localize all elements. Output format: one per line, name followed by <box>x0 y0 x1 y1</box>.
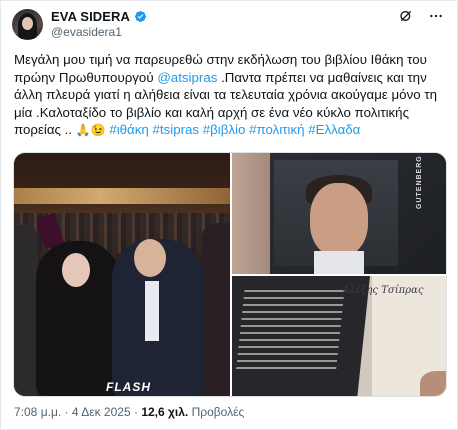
grok-icon[interactable] <box>398 8 414 24</box>
flash-watermark: FLASH <box>106 380 151 394</box>
avatar-face <box>22 17 33 30</box>
hashtag-link[interactable]: #tsipras <box>153 122 200 137</box>
author-name[interactable]: EVA SIDERA <box>51 9 130 24</box>
man-face <box>134 239 166 277</box>
post-time[interactable]: 7:08 μ.μ. <box>14 405 61 419</box>
post-header-actions <box>398 8 444 24</box>
post-timestamp: 7:08 μ.μ. · 4 Δεκ 2025 · 12,6 χιλ. Προβο… <box>14 405 244 419</box>
emojis: 🙏😉 <box>75 123 106 138</box>
photo-book-cover[interactable]: GUTENBERG <box>232 153 446 274</box>
author-name-row: EVA SIDERA <box>51 9 147 24</box>
portrait-collar <box>314 251 364 274</box>
views-count: 12,6 χιλ. <box>141 405 189 419</box>
separator: · <box>64 405 69 419</box>
more-icon[interactable] <box>428 8 444 24</box>
photo-book-signature[interactable]: Αλέξης Τσίπρας <box>232 276 446 396</box>
bystander <box>202 223 230 396</box>
post-text: Μεγάλη μου τιμή να παρευρεθώ στην εκδήλω… <box>14 51 446 140</box>
views-label: Προβολές <box>191 405 245 419</box>
separator: · <box>133 405 138 419</box>
avatar[interactable] <box>12 9 43 40</box>
page-text-lines <box>236 290 345 374</box>
stage-lights <box>14 188 230 204</box>
mention-link[interactable]: @atsipras <box>157 70 217 85</box>
post-date[interactable]: 4 Δεκ 2025 <box>72 405 131 419</box>
woman-face <box>62 253 90 287</box>
bystander <box>14 225 38 396</box>
hashtag-link[interactable]: #πολιτική <box>249 122 304 137</box>
hashtag-link[interactable]: #Ελλαδα <box>308 122 360 137</box>
hand <box>232 153 270 274</box>
media-grid: FLASH GUTENBERG Αλέξης Τσίπρας <box>13 152 447 397</box>
hashtag-link[interactable]: #ιθάκη <box>109 122 148 137</box>
thumb <box>420 371 446 396</box>
author-handle[interactable]: @evasidera1 <box>51 25 122 39</box>
signature: Αλέξης Τσίπρας <box>342 285 424 296</box>
verified-badge-icon <box>134 10 147 23</box>
photo-event-selfie[interactable]: FLASH <box>14 153 230 396</box>
hashtag-link[interactable]: #βιβλίο <box>203 122 246 137</box>
man-shirt <box>145 281 159 341</box>
book-spine-label: GUTENBERG <box>416 155 423 209</box>
portrait-face <box>310 183 368 257</box>
